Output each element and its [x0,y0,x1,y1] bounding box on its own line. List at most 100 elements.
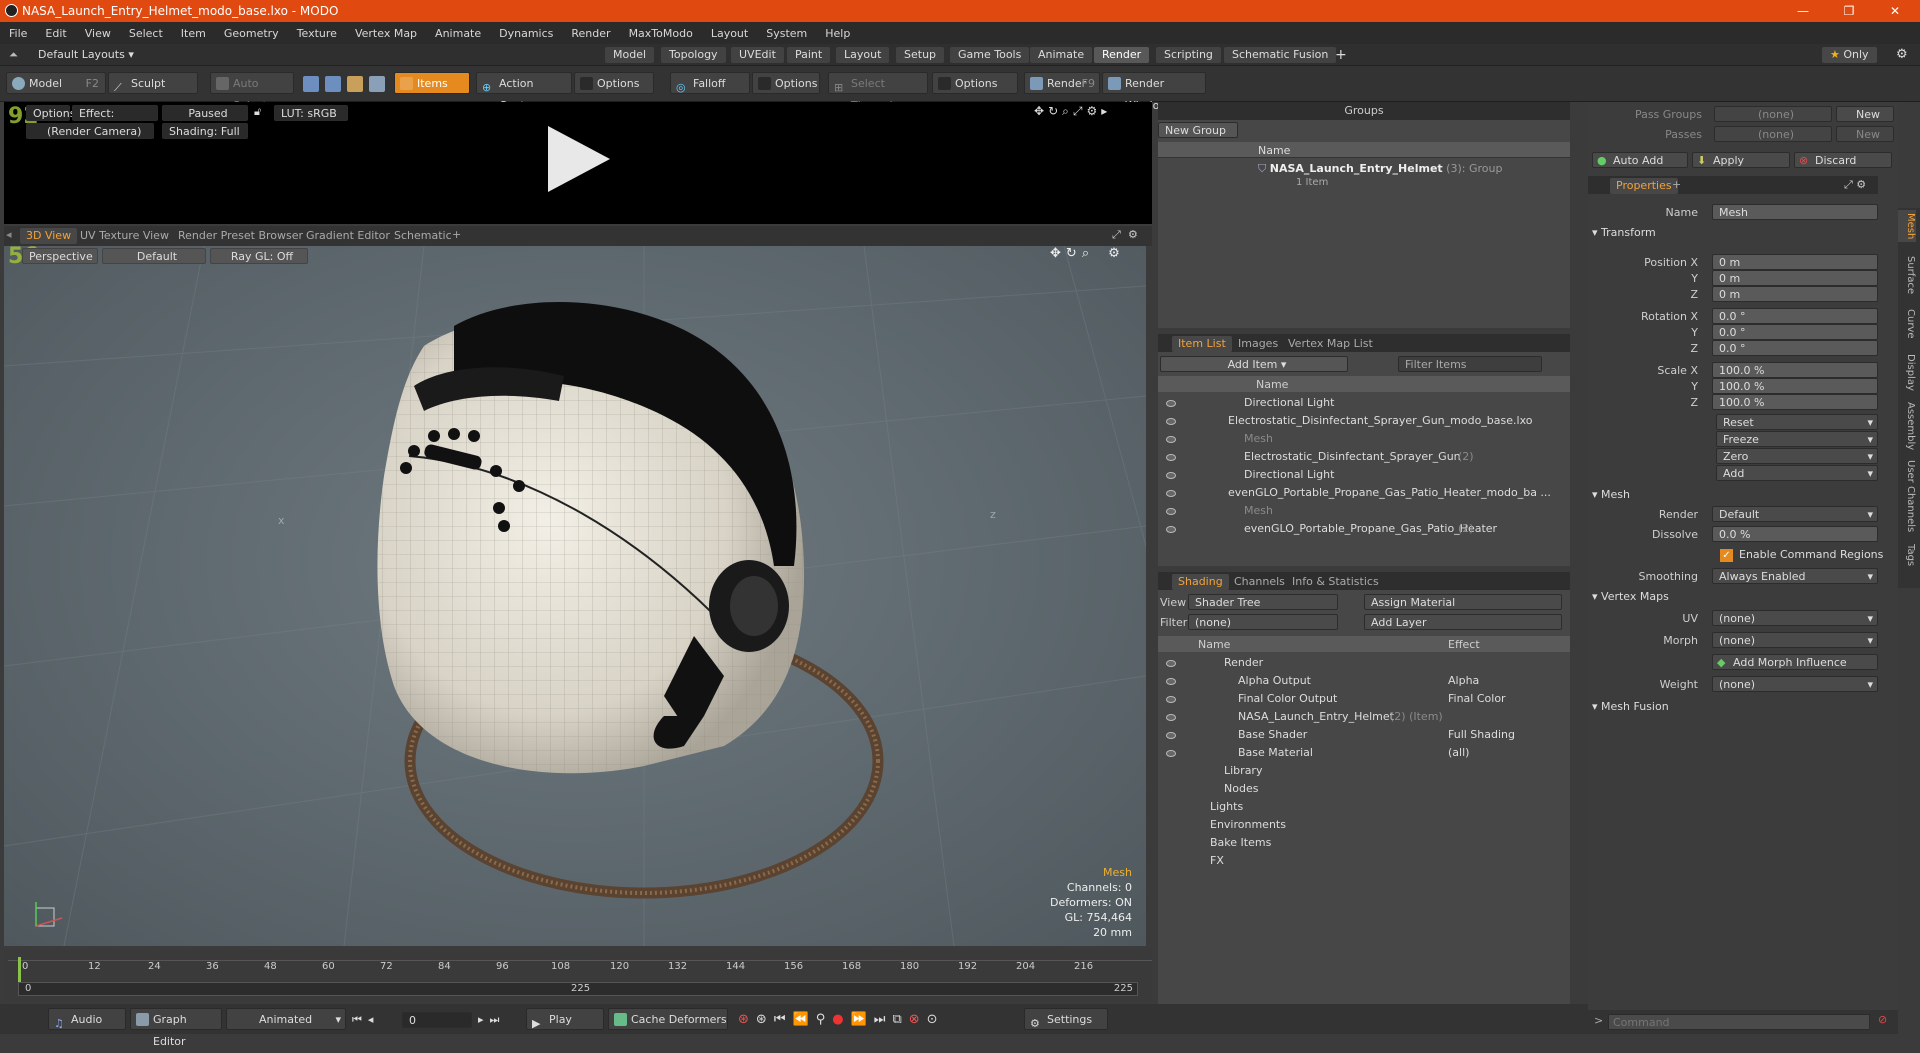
key-options-icon[interactable]: ⊙ [927,1012,945,1027]
tab-render[interactable]: Render [1094,47,1150,63]
scale-y-input[interactable]: 100.0 % [1712,378,1878,394]
auto-key-icon[interactable]: ⊛ [756,1012,774,1027]
next-icon[interactable]: ⏩ [851,1012,874,1027]
tab-layout[interactable]: Layout [836,47,890,63]
tab-uvedit[interactable]: UVEdit [731,47,784,63]
timeline-range-bar[interactable]: 0 225 225 [18,982,1138,996]
shader-tree-row[interactable]: Base Shader Full Shading [1158,726,1570,744]
side-tab-tags[interactable]: Tags [1898,540,1916,570]
prev-icon[interactable]: ⏪ [793,1012,816,1027]
render-window-button[interactable]: Render Window [1102,72,1206,112]
command-input[interactable] [1608,1014,1870,1030]
collapse-icon[interactable]: ◂ [6,228,12,241]
tab-gradient-editor[interactable]: Gradient Editor [300,228,396,244]
tab-schematic[interactable]: Schematic [388,228,458,244]
default-layouts-dropdown[interactable]: Default Layouts ▾ [38,48,134,61]
maximize-view-icon[interactable]: ⤢ [1112,228,1121,242]
add-tab-button[interactable]: + [1335,47,1347,63]
shader-tree-row-effect[interactable]: Full Shading [1448,726,1515,744]
play-icon[interactable] [548,126,610,192]
tab-animate[interactable]: Animate [1030,47,1093,63]
shader-tree-row[interactable]: Library [1158,762,1570,780]
audio-button[interactable]: ♫ Audio [48,1008,126,1030]
polygons-mode-icon[interactable] [347,76,363,92]
sculpt-button[interactable]: ⟋ Sculpt [108,72,198,94]
shader-tree-row[interactable]: Render [1158,654,1570,672]
freeze-dropdown[interactable]: Freeze ▾ [1716,431,1878,447]
shader-tree-row[interactable]: Nodes [1158,780,1570,798]
menu-help[interactable]: Help [816,27,859,40]
menu-animate[interactable]: Animate [426,27,490,40]
new-pass-button[interactable]: New [1836,126,1894,142]
preview-options-button[interactable]: Options [26,105,75,121]
menu-view[interactable]: View [76,27,120,40]
menu-texture[interactable]: Texture [288,27,346,40]
view-gear-icon[interactable]: ⚙ [1128,228,1138,241]
shader-tree-row-effect[interactable]: Alpha [1448,672,1479,690]
select-through-button[interactable]: ⊞Select Through [828,72,928,112]
zoom-view-icon[interactable]: ⌕ [1062,104,1073,118]
passes-dropdown[interactable]: (none) [1714,126,1832,142]
menu-item[interactable]: Item [172,27,215,40]
tab-model[interactable]: Model [605,47,655,63]
arrow-right-icon[interactable]: ▸ [1101,104,1111,118]
shader-tree-row-effect[interactable]: (all) [1448,744,1469,762]
prev-key-icon[interactable]: ◂ [368,1013,380,1026]
mesh-section[interactable]: ▾ Mesh [1592,486,1630,504]
layout-collapse-icon[interactable]: ⏶ [9,48,18,62]
item-list-row[interactable]: evenGLO_Portable_Propane_Gas_Patio_Heate… [1158,520,1570,538]
visibility-eye-icon[interactable] [1166,750,1176,757]
preview-paused-button[interactable]: Paused [162,105,248,121]
tab-schematic-fusion[interactable]: Schematic Fusion [1224,47,1337,63]
lock-icon[interactable]: 🔓︎ [254,105,261,119]
only-button[interactable]: ★ Only [1822,47,1877,63]
tab-setup[interactable]: Setup [896,47,945,63]
restore-icon[interactable]: ❐ [1826,0,1872,22]
add-morph-influence-button[interactable]: ◆ Add Morph Influence [1712,654,1878,670]
uv-dropdown[interactable]: (none) ▾ [1712,610,1878,626]
action-center-button[interactable]: ⊕Action Center [476,72,572,112]
tab-paint[interactable]: Paint [787,47,831,63]
side-tab-display[interactable]: Display [1898,350,1916,394]
auto-select-button[interactable]: Auto Select [210,72,294,112]
first-key-icon[interactable]: ⏮ [774,1012,793,1027]
options-button-2[interactable]: Options [752,72,820,94]
item-list-row[interactable]: Electrostatic_Disinfectant_Sprayer_Gun (2… [1158,448,1570,466]
falloff-button[interactable]: ◎ Falloff [670,72,750,94]
shader-filter-dropdown[interactable]: (none) [1188,614,1338,630]
visibility-eye-icon[interactable] [1166,418,1176,425]
viewport-3d[interactable]: 56 Perspective Default Ray GL: Off ✥↻⌕⚙ … [4,244,1146,946]
minimize-icon[interactable]: — [1780,0,1826,22]
tab-images[interactable]: Images [1232,336,1284,352]
morph-dropdown[interactable]: (none) ▾ [1712,632,1878,648]
add-dropdown[interactable]: Add ▾ [1716,465,1878,481]
model-button[interactable]: Model F2 [6,72,106,94]
tab-shading[interactable]: Shading [1172,574,1229,590]
scale-x-input[interactable]: 100.0 % [1712,362,1878,378]
properties-gear-icon[interactable]: ⤢ ⚙ [1844,176,1866,194]
render-button[interactable]: Render F9 [1024,72,1100,94]
materials-mode-icon[interactable] [369,76,385,92]
side-tab-user-channels[interactable]: User Channels [1898,458,1916,534]
visibility-eye-icon[interactable] [1166,454,1176,461]
rotation-z-input[interactable]: 0.0 ° [1712,340,1878,356]
shader-tree-row[interactable]: NASA_Launch_Entry_Helmet (2) (Item) [1158,708,1570,726]
zero-dropdown[interactable]: Zero ▾ [1716,448,1878,464]
scale-z-input[interactable]: 100.0 % [1712,394,1878,410]
item-list-row[interactable]: Mesh [1158,502,1570,520]
item-list-row[interactable]: evenGLO_Portable_Propane_Gas_Patio_Heate… [1158,484,1570,502]
add-layer-button[interactable]: Add Layer [1364,614,1562,630]
visibility-eye-icon[interactable] [1166,696,1176,703]
rotate-view-icon[interactable]: ↻ [1048,104,1062,118]
delete-key-icon[interactable]: ⊗ [909,1012,927,1027]
maximize-icon[interactable]: ⤢ [1073,104,1087,118]
menu-dynamics[interactable]: Dynamics [490,27,562,40]
reset-dropdown[interactable]: Reset ▾ [1716,414,1878,430]
auto-add-button[interactable]: ● Auto Add [1592,152,1688,168]
position-y-input[interactable]: 0 m [1712,270,1878,286]
item-list-row[interactable]: Directional Light [1158,394,1570,412]
tab-render-preset-browser[interactable]: Render Preset Browser [172,228,309,244]
frame-input[interactable]: 0 [402,1012,472,1028]
side-tab-curve[interactable]: Curve [1898,306,1916,342]
position-x-input[interactable]: 0 m [1712,254,1878,270]
